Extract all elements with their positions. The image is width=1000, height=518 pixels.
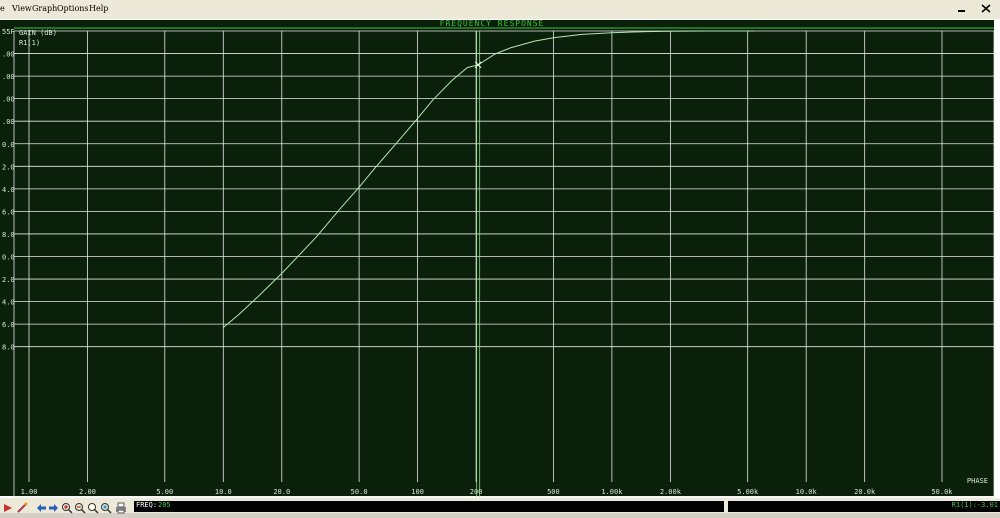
y-tick-label: 6.0 <box>2 208 15 216</box>
cursor-readout: R1(1):-3.01 <box>951 501 998 509</box>
plot-area <box>0 20 994 496</box>
x-tick-label: 5.00 <box>156 488 173 496</box>
minimize-icon[interactable] <box>952 2 972 15</box>
x-tick-label: 2.00k <box>660 488 682 496</box>
y-tick-label: 2.0 <box>2 163 15 171</box>
x-tick-label: 10.0k <box>796 488 818 496</box>
y-tick-label: 8.0 <box>2 231 15 239</box>
x-tick-label: 10.0 <box>215 488 232 496</box>
probe-icon[interactable] <box>16 499 28 513</box>
x-tick-label: 200 <box>470 488 483 496</box>
y-tick-label: .00 <box>2 96 15 104</box>
x-tick-label: 500 <box>547 488 560 496</box>
frequency-response-graph[interactable]: 55F .00 .00 .00 .00 0.0 2.0 4.0 6.0 8.0 0.0 2.0 4.0 6… <box>0 19 1000 498</box>
run-icon[interactable] <box>2 499 14 512</box>
zoom-in-icon[interactable] <box>61 499 73 514</box>
y-tick-label: 0.0 <box>2 141 15 149</box>
y-tick-label: 8.0 <box>2 344 15 352</box>
zoom-all-icon[interactable] <box>87 499 99 514</box>
zoom-area-icon[interactable] <box>100 499 112 514</box>
y-tick-label: .00 <box>2 118 15 126</box>
y-tick-label: .00 <box>2 73 15 81</box>
x-tick-label: 20.0 <box>273 488 290 496</box>
y-axis-labels: 55F .00 .00 .00 .00 0.0 2.0 4.0 6.0 8.0 0.0 2.0 4.0 6… <box>2 28 15 352</box>
frequency-readout: FREQ: 205 <box>134 501 724 512</box>
y-tick-label: 4.0 <box>2 186 15 194</box>
trace-label: R1(1) <box>19 39 40 47</box>
menu-options[interactable]: Options <box>57 4 89 13</box>
freq-label: FREQ: <box>136 501 158 509</box>
x-tick-label: 1.00k <box>601 488 623 496</box>
y-tick-label: 4.0 <box>2 299 15 307</box>
menu-file[interactable]: e <box>0 4 5 13</box>
menu-view[interactable]: View <box>12 4 32 13</box>
x-tick-label: 100 <box>411 488 424 496</box>
x-tick-label: 5.00k <box>737 488 759 496</box>
chart-title: FREQUENCY RESPONSE <box>440 19 545 28</box>
phase-label: PHASE <box>967 477 988 485</box>
y-tick-label: 0.0 <box>2 254 15 262</box>
cursor-readout-box: R1(1):-3.01 <box>728 501 1000 512</box>
menu-bar: e View Graph Options Help <box>0 0 1000 19</box>
forward-arrow-icon[interactable] <box>48 499 60 512</box>
close-icon[interactable] <box>976 2 996 15</box>
menu-help[interactable]: Help <box>89 4 108 13</box>
y-tick-label: .00 <box>2 51 15 59</box>
back-arrow-icon[interactable] <box>35 499 47 512</box>
menu-graph[interactable]: Graph <box>32 4 57 13</box>
x-tick-label: 50.0 <box>351 488 368 496</box>
x-tick-label: 2.00 <box>79 488 96 496</box>
y-tick-label: 2.0 <box>2 276 15 284</box>
x-tick-label: 1.00 <box>21 488 38 496</box>
print-icon[interactable] <box>115 499 127 514</box>
y-tick-label: 55F <box>2 28 15 36</box>
y-axis-label: GAIN (dB) <box>19 29 57 37</box>
x-tick-label: 50.0k <box>931 488 953 496</box>
y-tick-label: 6.0 <box>2 321 15 329</box>
graph-canvas[interactable]: 55F .00 .00 .00 .00 0.0 2.0 4.0 6.0 8.0 0.0 2.0 4.0 6… <box>0 19 1000 498</box>
x-tick-label: 20.0k <box>854 488 876 496</box>
zoom-out-icon[interactable] <box>74 499 86 514</box>
freq-value: 205 <box>158 501 171 509</box>
